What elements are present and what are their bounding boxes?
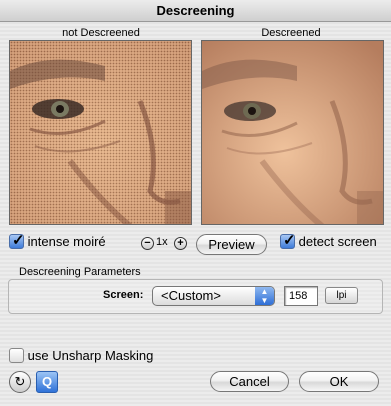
lpi-button[interactable]: lpi — [325, 287, 358, 304]
intense-moire-check-icon[interactable]: ✓ — [9, 232, 25, 250]
screen-select-value: <Custom> — [161, 288, 221, 303]
detect-screen-check-icon[interactable]: ✓ — [280, 232, 296, 250]
detect-screen-label: detect screen — [298, 234, 377, 250]
window-title: Descreening — [0, 0, 391, 22]
unsharp-masking-checkbox[interactable]: use Unsharp Masking — [9, 347, 154, 364]
zoom-level: 1x — [156, 236, 168, 248]
help-icon[interactable]: Q — [36, 371, 58, 393]
unsharp-check-icon[interactable] — [9, 348, 24, 364]
screen-select[interactable]: <Custom> ▲ ▼ — [152, 286, 275, 306]
not-descreened-label: not Descreened — [62, 27, 140, 39]
zoom-in-icon[interactable]: + — [174, 237, 187, 250]
cancel-button[interactable]: Cancel — [210, 371, 289, 392]
reset-icon[interactable]: ↻ — [9, 371, 31, 393]
lpi-input[interactable]: 158 — [284, 286, 318, 306]
ok-button[interactable]: OK — [299, 371, 379, 392]
preview-button[interactable]: Preview — [196, 234, 267, 255]
parameters-group-title: Descreening Parameters — [19, 266, 141, 278]
select-arrows-icon: ▲ ▼ — [255, 287, 274, 305]
intense-moire-checkbox[interactable]: ✓ intense moiré — [9, 232, 106, 255]
descreened-preview[interactable] — [201, 40, 384, 225]
screen-label: Screen: — [103, 289, 144, 301]
not-descreened-preview[interactable] — [9, 40, 192, 225]
unsharp-label: use Unsharp Masking — [27, 348, 154, 364]
descreened-label: Descreened — [261, 27, 321, 39]
zoom-out-icon[interactable]: − — [141, 237, 154, 250]
detect-screen-checkbox[interactable]: ✓ detect screen — [280, 232, 377, 255]
intense-moire-label: intense moiré — [27, 234, 106, 250]
